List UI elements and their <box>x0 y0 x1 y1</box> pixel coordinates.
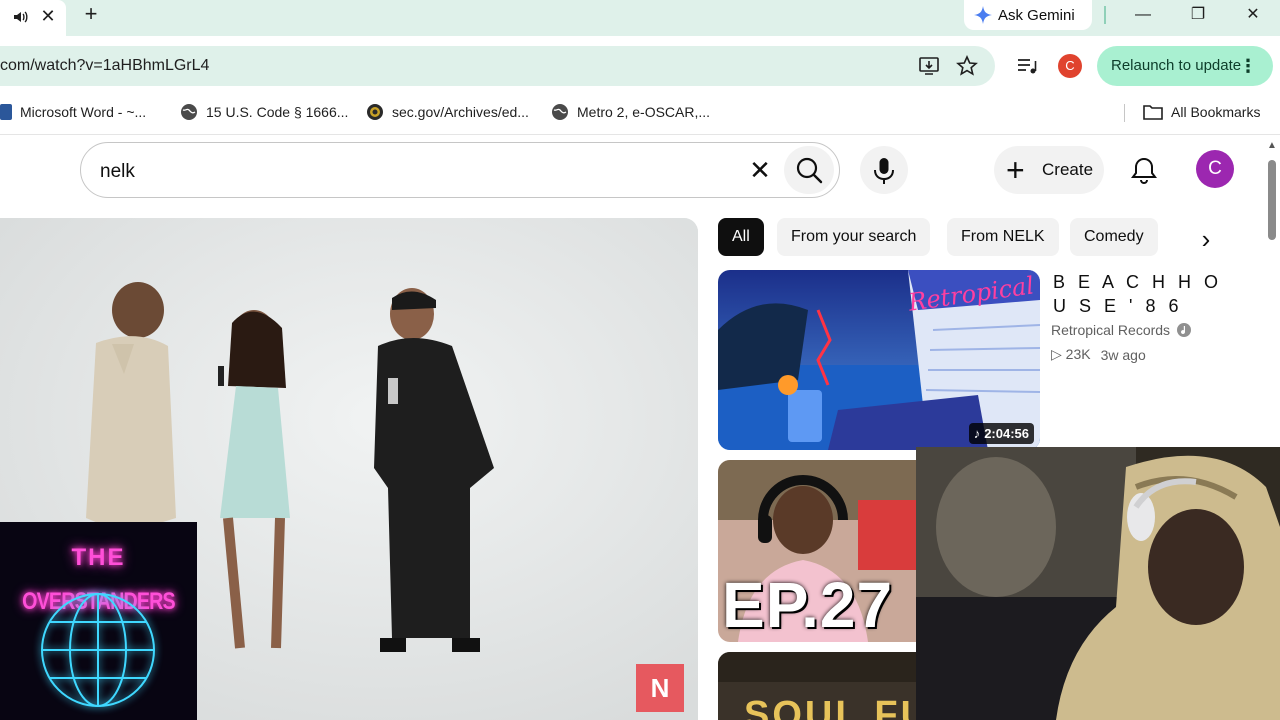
profile-avatar[interactable]: C <box>1058 54 1082 78</box>
microphone-icon <box>874 158 894 184</box>
play-triangle-icon: ▷ <box>1051 346 1062 362</box>
minimize-button[interactable]: — <box>1128 4 1158 26</box>
bookmark-star-icon[interactable] <box>956 55 978 77</box>
close-tab-icon[interactable]: ✕ <box>38 6 58 26</box>
create-button[interactable]: + Create <box>994 146 1104 194</box>
more-menu-icon[interactable]: ⋮ <box>1239 46 1257 86</box>
verified-music-badge-icon <box>1177 323 1192 337</box>
bookmark-label: 15 U.S. Code § 1666... <box>206 104 349 120</box>
install-app-icon[interactable] <box>918 55 940 77</box>
bookmark-item[interactable]: 15 U.S. Code § 1666... <box>180 102 348 122</box>
browser-toolbar: com/watch?v=1aHBhmLGrL4 <box>0 36 1280 96</box>
close-window-button[interactable]: ✕ <box>1238 4 1268 26</box>
scrollbar-thumb[interactable] <box>1268 160 1276 240</box>
stream-logo-overlay: THE OVERSTANDERS <box>0 522 197 720</box>
divider <box>0 134 1280 135</box>
search-input[interactable]: nelk <box>100 161 135 183</box>
channel-watermark-badge: N <box>636 664 684 712</box>
thumbnail-title-text: SOUL FU <box>744 694 932 720</box>
channel-name[interactable]: Retropical Records <box>1051 322 1192 338</box>
globe-icon <box>552 104 568 120</box>
video-thumbnail[interactable]: Retropical ♪ 2:04:56 <box>718 270 1040 450</box>
bookmark-item[interactable]: sec.gov/Archives/ed... <box>366 102 529 122</box>
ask-gemini-label: Ask Gemini <box>998 6 1075 24</box>
speaker-icon[interactable] <box>12 8 30 26</box>
notifications-bell-icon[interactable] <box>1128 154 1160 186</box>
all-bookmarks-label: All Bookmarks <box>1171 104 1261 120</box>
sec-seal-icon <box>367 104 383 120</box>
folder-icon <box>1143 105 1163 120</box>
chips-next-arrow-icon[interactable]: › <box>1192 226 1220 252</box>
plus-icon: + <box>1006 152 1025 188</box>
account-avatar[interactable]: C <box>1196 150 1234 188</box>
globe-icon <box>181 104 197 120</box>
channel-label: Retropical Records <box>1051 322 1171 338</box>
bookmark-label: sec.gov/Archives/ed... <box>392 104 529 120</box>
ask-gemini-button[interactable]: Ask Gemini <box>964 0 1092 30</box>
bookmark-label: Metro 2, e-OSCAR,... <box>577 104 711 120</box>
duration-text: 2:04:56 <box>984 426 1029 441</box>
search-icon <box>796 157 823 184</box>
new-tab-button[interactable]: + <box>80 3 102 26</box>
view-count: 23K <box>1065 346 1091 362</box>
video-meta: ▷ 23K 3w ago <box>1051 346 1146 363</box>
bookmark-item[interactable]: Microsoft Word - ~... <box>0 102 146 122</box>
search-box[interactable]: nelk ✕ <box>80 142 840 198</box>
upload-age: 3w ago <box>1100 346 1146 363</box>
chip-from-your-search[interactable]: From your search <box>777 218 931 256</box>
video-title[interactable]: B E A C H H O U S E ' 8 6 <box>1053 270 1243 318</box>
music-note-icon: ♪ <box>973 426 981 441</box>
scroll-up-arrow-icon[interactable]: ▲ <box>1267 140 1277 151</box>
screen: ✕ + Ask Gemini — ❐ ✕ com/watch?v=1aHBhmL… <box>0 0 1280 720</box>
create-label: Create <box>1042 160 1094 179</box>
clear-search-icon[interactable]: ✕ <box>745 155 775 185</box>
bookmark-item[interactable]: Metro 2, e-OSCAR,... <box>551 102 710 122</box>
webcam-overlay <box>916 447 1280 720</box>
views-group: ▷ 23K <box>1051 346 1091 363</box>
webcam-feed-image <box>916 447 1280 720</box>
gemini-sparkle-icon <box>974 6 992 24</box>
url-text[interactable]: com/watch?v=1aHBhmLGrL4 <box>0 57 209 75</box>
word-doc-icon <box>0 104 12 120</box>
relaunch-to-update-button[interactable]: Relaunch to update ⋮ <box>1097 46 1273 86</box>
bookmarks-bar: Microsoft Word - ~... 15 U.S. Code § 166… <box>0 96 1280 130</box>
tab-strip: ✕ + Ask Gemini — ❐ ✕ <box>0 0 1280 36</box>
chip-all[interactable]: All <box>718 218 764 256</box>
relaunch-label: Relaunch to update <box>1111 57 1242 74</box>
neon-globe-icon <box>41 593 155 707</box>
browser-tab[interactable]: ✕ <box>0 0 66 36</box>
restore-button[interactable]: ❐ <box>1183 4 1213 26</box>
divider <box>1124 104 1125 122</box>
thumbnail-episode-text: EP.27 <box>722 569 894 641</box>
duration-badge: ♪ 2:04:56 <box>968 423 1034 444</box>
bookmark-label: Microsoft Word - ~... <box>20 104 147 120</box>
chip-comedy[interactable]: Comedy <box>1070 218 1158 256</box>
chip-from-nelk[interactable]: From NELK <box>947 218 1059 256</box>
divider <box>1104 6 1106 24</box>
voice-search-button[interactable] <box>860 146 908 194</box>
search-button[interactable] <box>784 146 834 194</box>
all-bookmarks-button[interactable]: All Bookmarks <box>1143 102 1260 122</box>
media-controls-icon[interactable] <box>1016 55 1038 77</box>
